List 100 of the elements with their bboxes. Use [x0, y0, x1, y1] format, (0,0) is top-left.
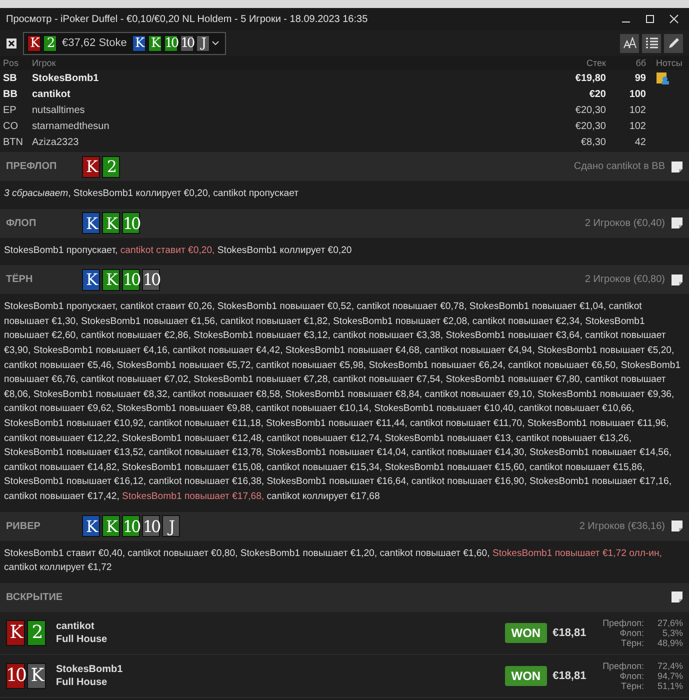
- playing-card: 10: [164, 34, 178, 52]
- won-amount: €18,81: [552, 670, 588, 682]
- table-cell-text: BB: [3, 88, 18, 100]
- action-text: 3 сбрасывает, StokesBomb1 коллирует €0,20, cantikot пропускает: [3, 187, 300, 201]
- note-icon[interactable]: [671, 217, 683, 230]
- playing-card: 10: [122, 212, 140, 234]
- playing-card: J: [196, 34, 210, 52]
- street-name: ВСКРЫТИЕ: [6, 592, 64, 603]
- table-cell-text: Aziza2323: [32, 136, 80, 148]
- hand-rank: Full House: [56, 632, 108, 646]
- playing-card: K: [102, 515, 120, 537]
- equity-value: 48,9%: [656, 638, 683, 648]
- playing-card: 2: [43, 34, 57, 52]
- action-text: StokesBomb1 пропускает, cantikot ставит €0,20, StokesBomb1 коллирует €0,20: [3, 244, 353, 258]
- hand-selector-dropdown[interactable]: K 2 €37,62 Stoke K K 10 10 J: [23, 32, 226, 54]
- action-text: StokesBomb1 ставит €0,40, cantikot повышает €0,80, StokesBomb1 повышает €1,20, cantikot повышает €1,60, StokesBomb1 повышает €1,72 олл-ин, cantikot коллирует €1,72: [3, 546, 663, 576]
- font-size-icon: [622, 37, 636, 49]
- table-cell-text: 102: [628, 120, 646, 132]
- table-cell-text: 99: [634, 72, 646, 84]
- table-cell-text: €20,30: [574, 120, 606, 132]
- playing-card: 2: [102, 156, 120, 178]
- maximize-icon[interactable]: [645, 14, 655, 24]
- equity-value: 5,3%: [661, 628, 683, 638]
- street-name: ПРЕФЛОП: [6, 161, 58, 172]
- table-cell-text: €20: [588, 88, 606, 100]
- playing-card: K: [27, 34, 41, 52]
- table-cell-text: €8,30: [580, 136, 606, 148]
- column-header: Pos: [3, 58, 20, 68]
- playing-card: K: [82, 156, 100, 178]
- window-title: Просмотр - iPoker Duffel - €0,10/€0,20 NL Holdem - 5 Игроки - 18.09.2023 16:35: [6, 14, 369, 24]
- column-header: бб: [634, 58, 646, 68]
- street-name: ФЛОП: [6, 218, 38, 229]
- playing-card: 10: [122, 515, 140, 537]
- table-cell-text: cantikot: [32, 88, 72, 100]
- note-icon[interactable]: [656, 72, 670, 84]
- table-cell-text: CO: [3, 120, 19, 132]
- won-amount: €18,81: [552, 626, 588, 639]
- playing-card: K: [148, 34, 162, 52]
- result-badge: WON: [505, 666, 547, 686]
- playing-card: 10: [180, 34, 194, 52]
- equity-label: Тёрн:: [620, 680, 644, 691]
- edit-button[interactable]: [664, 34, 683, 52]
- table-cell-text: 100: [628, 88, 646, 100]
- street-info: Сдано cantikot в BB: [574, 161, 666, 172]
- playing-card: 10: [142, 268, 160, 291]
- hand-rank: Full House: [56, 676, 108, 689]
- font-size-button[interactable]: [620, 34, 639, 52]
- playing-card: K: [82, 212, 100, 234]
- table-cell-text: €19,80: [574, 72, 606, 84]
- street-info: 2 Игроков (€0,40): [584, 218, 666, 229]
- note-icon[interactable]: [671, 591, 683, 604]
- table-cell-text: 42: [634, 136, 646, 148]
- column-header: Нотсы: [655, 58, 684, 68]
- note-icon[interactable]: [671, 274, 683, 286]
- column-header: Стек: [586, 58, 606, 68]
- list-button[interactable]: [642, 34, 661, 52]
- playing-card: K: [6, 620, 25, 646]
- equity-value: 94,7%: [656, 670, 683, 681]
- result-badge: WON: [505, 622, 547, 643]
- equity-label: Флоп:: [620, 628, 644, 638]
- equity-label: Префлоп:: [602, 660, 644, 671]
- table-cell-text: 102: [628, 104, 646, 116]
- close-icon[interactable]: [6, 38, 17, 48]
- action-text: StokesBomb1 пропускает, cantikot ставит €0,26, StokesBomb1 повышает €0,52, cantikot повышает €0,78, StokesBomb1 повышает €1,04, cantikot повышает €1,30, StokesBomb1 повышает €1,56, cantikot повышает €1,82, StokesBomb1 повышает €2,08, cantikot повышает €2,34, StokesBomb1 повышает €2,60, cantikot повышает €2,86, StokesBomb1 повышает €3,12, cantikot повышает €3,38, StokesBomb1 повышает €3,64, cantikot повышает €3,90, StokesBomb1 повышает €4,16, cantikot повышает €4,42, StokesBomb1 повышает €4,68, cantikot повышает €4,94, StokesBomb1 повышает €5,20, cantikot повышает €5,46, StokesBomb1 повышает €5,72, cantikot повышает €5,98, StokesBomb1 повышает €6,24, cantikot повышает €6,50, StokesBomb1 повышает €6,76, cantikot повышает €7,02, StokesBomb1 повышает €7,28, cantikot повышает €7,54, StokesBomb1 повышает €7,80, cantikot повышает €8,06, StokesBomb1 повышает €8,32, cantikot повышает €8,58, StokesBomb1 повышает €8,84, cantikot повышает €9,10, StokesBomb1 повышает €9,36, cantikot повышает €9,62, StokesBomb1 повышает €9,88, cantikot повышает €10,14, StokesBomb1 повышает €10,40, cantikot повышает €10,66, StokesBomb1 повышает €10,92, cantikot повышает €11,18, StokesBomb1 повышает €11,44, cantikot повышает €11,70, StokesBomb1 повышает €11,96, cantikot повышает €12,22, StokesBomb1 повышает €12,48, cantikot повышает €12,74, StokesBomb1 повышает €13, cantikot повышает €13,26, StokesBomb1 повышает €13,52, cantikot повышает €13,78, StokesBomb1 повышает €14,04, cantikot повышает €14,30, StokesBomb1 повышает €14,56, cantikot повышает €14,82, StokesBomb1 повышает €15,08, cantikot повышает €15,34, StokesBomb1 повышает €15,60, cantikot повышает €15,86, StokesBomb1 повышает €16,12, cantikot повышает €16,38, StokesBomb1 повышает €16,64, cantikot повышает €16,90, StokesBomb1 повышает €17,16, cantikot повышает €17,42, StokesBomb1 повышает €17,68, cantikot коллирует €17,68: [3, 300, 682, 504]
- playing-card: J: [162, 515, 180, 537]
- playing-card: 10: [142, 515, 160, 537]
- player-name: cantikot: [56, 620, 96, 633]
- table-cell-text: €20,30: [574, 104, 606, 116]
- table-cell-text: StokesBomb1: [32, 72, 100, 84]
- playing-card: K: [132, 34, 146, 52]
- note-icon[interactable]: [671, 520, 683, 532]
- equity-label: Префлоп:: [602, 618, 644, 628]
- playing-card: K: [82, 515, 100, 537]
- table-cell-text: starnamedthesun: [32, 120, 110, 132]
- player-name: StokesBomb1: [56, 662, 124, 676]
- street-info: 2 Игроков (€0,80): [584, 274, 666, 286]
- close-icon[interactable]: [669, 14, 679, 24]
- list-icon: [644, 37, 658, 49]
- pencil-icon: [666, 36, 680, 50]
- table-cell-text: BTN: [3, 136, 24, 148]
- equity-label: Флоп:: [620, 670, 644, 681]
- column-header: Игрок: [32, 58, 57, 68]
- playing-card: K: [102, 268, 120, 291]
- playing-card: 10: [122, 268, 140, 291]
- street-name: ТЁРН: [6, 274, 34, 286]
- playing-card: K: [102, 212, 120, 234]
- caret-icon: [212, 40, 219, 46]
- equity-value: 72,4%: [656, 660, 683, 671]
- playing-card: K: [27, 662, 46, 689]
- playing-card: K: [82, 268, 100, 291]
- equity-value: 27,6%: [656, 618, 683, 628]
- street-info: 2 Игроков (€36,16): [579, 520, 666, 532]
- street-name: РИВЕР: [6, 520, 42, 532]
- table-cell-text: SB: [3, 72, 18, 84]
- playing-card: 2: [27, 620, 46, 646]
- equity-value: 51,1%: [656, 680, 683, 691]
- equity-label: Тёрн:: [620, 638, 644, 648]
- note-icon[interactable]: [671, 160, 683, 172]
- table-cell-text: nutsalltimes: [32, 104, 86, 116]
- table-cell-text: EP: [3, 104, 18, 116]
